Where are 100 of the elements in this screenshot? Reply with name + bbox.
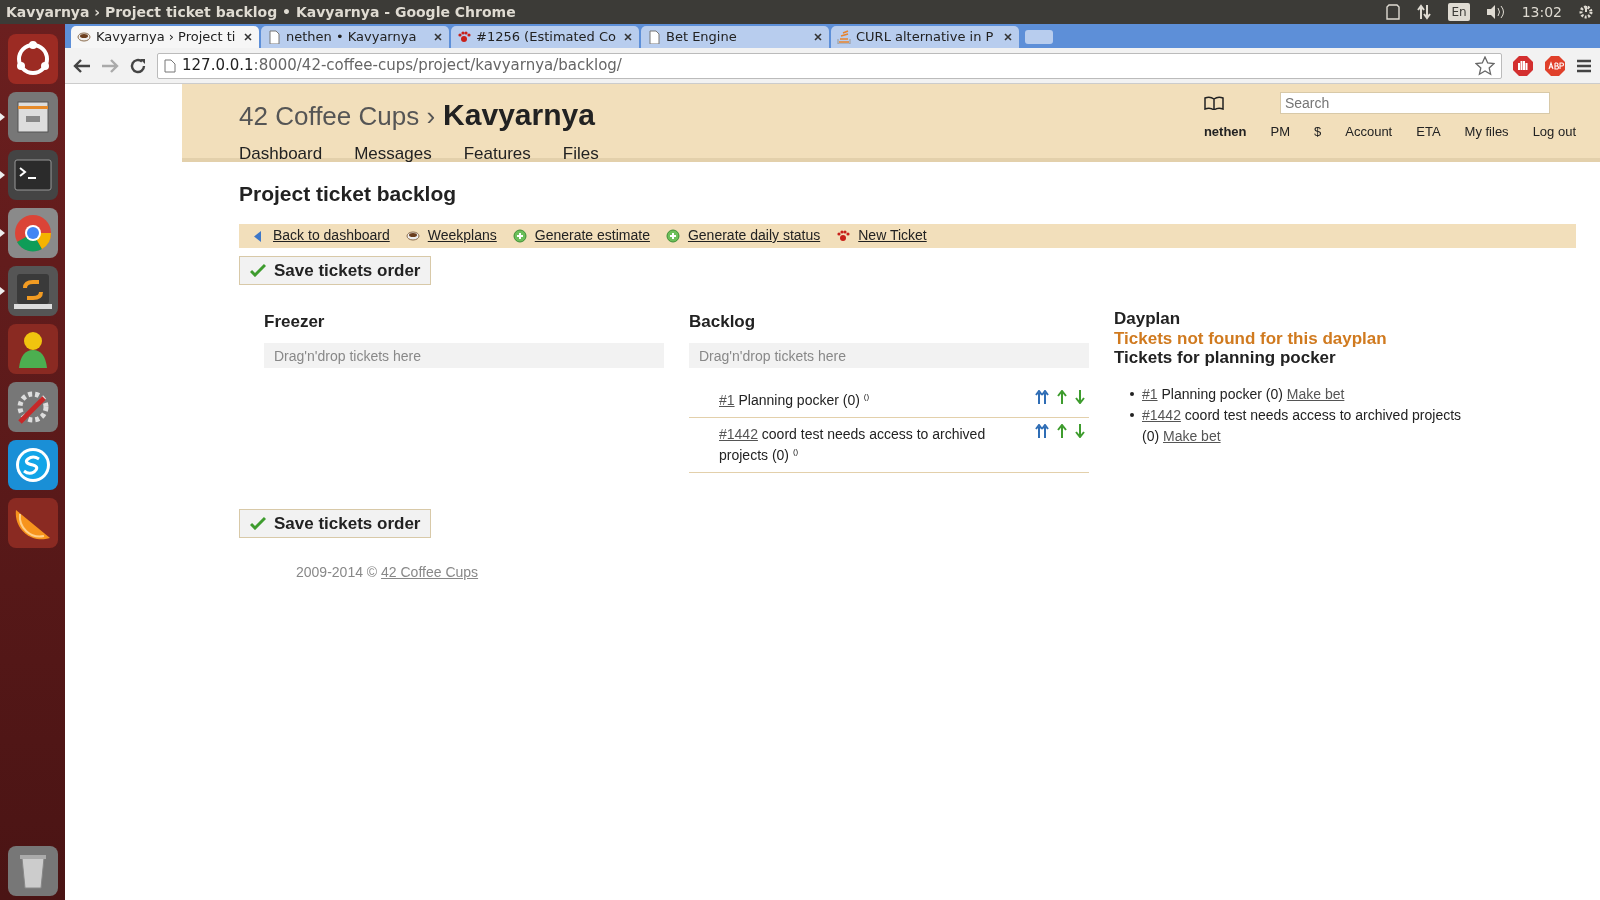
launcher-file-cabinet-icon[interactable] [7, 92, 58, 142]
browser-tab[interactable]: #1256 (Estimated Co [451, 26, 639, 48]
up-arrow-icon[interactable] [1057, 389, 1067, 404]
clock[interactable]: 13:02 [1521, 1, 1562, 23]
ticket-link[interactable]: #1 [1142, 385, 1158, 402]
launcher-ubuntu-logo-icon[interactable] [7, 34, 58, 84]
header-link[interactable]: PM [1270, 122, 1290, 142]
url-text: 127.0.0.1:8000/42-coffee-cups/project/kavyarnya/backlog/ [182, 55, 623, 77]
page-icon [647, 30, 661, 44]
planning-ticket: #1442 coord test needs access to archived projects (0) Make bet [1142, 405, 1463, 446]
check-icon [250, 516, 266, 531]
close-icon[interactable] [813, 32, 823, 42]
footer-link[interactable]: 42 Coffee Cups [381, 564, 479, 580]
footer-text: 2009-2014 © 42 Coffee Cups [295, 563, 480, 582]
ticket-link[interactable]: #1 [719, 391, 735, 408]
make-bet-link[interactable]: Make bet [1286, 385, 1345, 402]
stop-hand-icon[interactable] [1512, 54, 1534, 77]
ticket-link[interactable]: #1442 [719, 425, 758, 442]
page-icon [267, 30, 281, 44]
network-arrows-icon[interactable] [1416, 4, 1433, 20]
tab-title: Bet Engine [666, 28, 738, 47]
down-arrow-icon[interactable] [1075, 389, 1085, 404]
browser-tab[interactable]: Kavyarnya › Project ti [71, 26, 259, 48]
paw-icon [457, 30, 471, 44]
browser-tab[interactable]: nethen • Kavyarnya [261, 26, 449, 48]
tab-title: nethen • Kavyarnya [286, 28, 418, 47]
cup-icon [405, 228, 420, 243]
close-icon[interactable] [243, 32, 253, 42]
action-link[interactable]: Generate daily status [687, 225, 821, 246]
menu-icon[interactable] [1576, 57, 1592, 74]
search-field[interactable]: Search [1279, 92, 1550, 114]
address-bar[interactable]: 127.0.0.1:8000/42-coffee-cups/project/kavyarnya/backlog/ [157, 52, 1502, 79]
launcher-terminal-icon[interactable] [7, 150, 58, 200]
double-up-arrow-icon[interactable] [1035, 389, 1049, 404]
open-book-icon[interactable] [1203, 96, 1224, 110]
plus-circle-icon [512, 228, 527, 243]
launcher-sublime-box-icon[interactable] [7, 266, 58, 316]
check-icon [250, 263, 266, 278]
planning-ticket: #1 Planning pocker (0) Make bet [1142, 384, 1345, 404]
browser-tab[interactable]: CURL alternative in P [831, 26, 1019, 48]
back-icon[interactable] [73, 57, 91, 74]
plus-circle-icon [665, 228, 680, 243]
launcher-chrome-icon[interactable] [7, 208, 58, 258]
up-arrow-icon[interactable] [1057, 423, 1067, 438]
browser-tab[interactable]: Bet Engine [641, 26, 829, 48]
launcher-person-icon[interactable] [7, 324, 58, 374]
company-name[interactable]: 42 Coffee Cups › [239, 97, 436, 136]
down-arrow-icon[interactable] [1075, 423, 1085, 438]
planning-title: Tickets for planning pocker [1114, 348, 1337, 368]
column-title: Backlog [689, 311, 757, 333]
volume-icon[interactable] [1485, 4, 1506, 20]
nav-link[interactable]: Dashboard [239, 141, 323, 167]
header-link[interactable]: My files [1464, 122, 1509, 142]
launcher-fruit-slice-icon[interactable] [7, 498, 58, 548]
keyboard-layout[interactable]: En [1448, 3, 1470, 21]
close-icon[interactable] [433, 32, 443, 42]
bullet-icon [1130, 391, 1134, 396]
nav-link[interactable]: Messages [354, 141, 432, 167]
action-link[interactable]: Back to dashboard [273, 225, 390, 246]
launcher-trash-can-icon[interactable] [7, 846, 58, 896]
adblock-icon[interactable] [1544, 54, 1566, 77]
dayplan-title: Dayplan [1114, 309, 1182, 329]
launcher-skype-icon[interactable] [7, 440, 58, 490]
ticket-text: #1442 coord test needs access to archived projects (0) $^{()}$ [719, 424, 987, 465]
reload-icon[interactable] [129, 56, 147, 75]
username-link[interactable]: nethen [1203, 122, 1247, 142]
save-order-button[interactable]: Save tickets order [239, 508, 432, 538]
project-name: Kavyarnya [443, 97, 595, 133]
nav-link[interactable]: Features [463, 141, 531, 167]
close-icon[interactable] [623, 32, 633, 42]
page-title: Project ticket backlog [239, 181, 458, 207]
cup-icon [77, 30, 91, 44]
dayplan-warning: Tickets not found for this dayplan [1114, 328, 1388, 349]
ticket-text: #1 Planning pocker (0) $^{()}$ [719, 390, 871, 410]
page-icon [164, 58, 176, 73]
make-bet-link[interactable]: Make bet [1163, 427, 1221, 444]
action-link[interactable]: Weekplans [427, 225, 497, 246]
nav-link[interactable]: Files [562, 141, 599, 167]
header-link[interactable]: Log out [1532, 122, 1576, 142]
bullet-icon [1130, 412, 1134, 417]
tab-title: CURL alternative in P [856, 28, 995, 47]
header-link[interactable]: $ [1314, 122, 1322, 142]
double-up-arrow-icon[interactable] [1035, 423, 1049, 438]
ticket-link[interactable]: #1442 [1142, 406, 1181, 423]
window-title: Kavyarnya › Project ticket backlog • Kavyarnya - Google Chrome [6, 2, 516, 22]
close-icon[interactable] [1003, 32, 1013, 42]
sd-card-icon [1386, 4, 1401, 20]
ticket-row[interactable]: #1442 coord test needs access to archived projects (0) $^{()}$ [689, 417, 1089, 473]
save-order-button[interactable]: Save tickets order [239, 255, 432, 285]
action-link[interactable]: Generate estimate [534, 225, 650, 246]
stack-icon [837, 30, 851, 44]
header-link[interactable]: ETA [1416, 122, 1441, 142]
power-gear-icon[interactable] [1578, 4, 1594, 20]
header-link[interactable]: Account [1345, 122, 1393, 142]
launcher-wrench-gear-icon[interactable] [7, 382, 58, 432]
tab-title: Kavyarnya › Project ti [96, 28, 237, 47]
star-icon[interactable] [1475, 55, 1495, 76]
ticket-row[interactable]: #1 Planning pocker (0) $^{()}$ [689, 383, 1089, 418]
action-link[interactable]: New Ticket [858, 225, 927, 246]
tab-title: #1256 (Estimated Co [476, 28, 618, 47]
